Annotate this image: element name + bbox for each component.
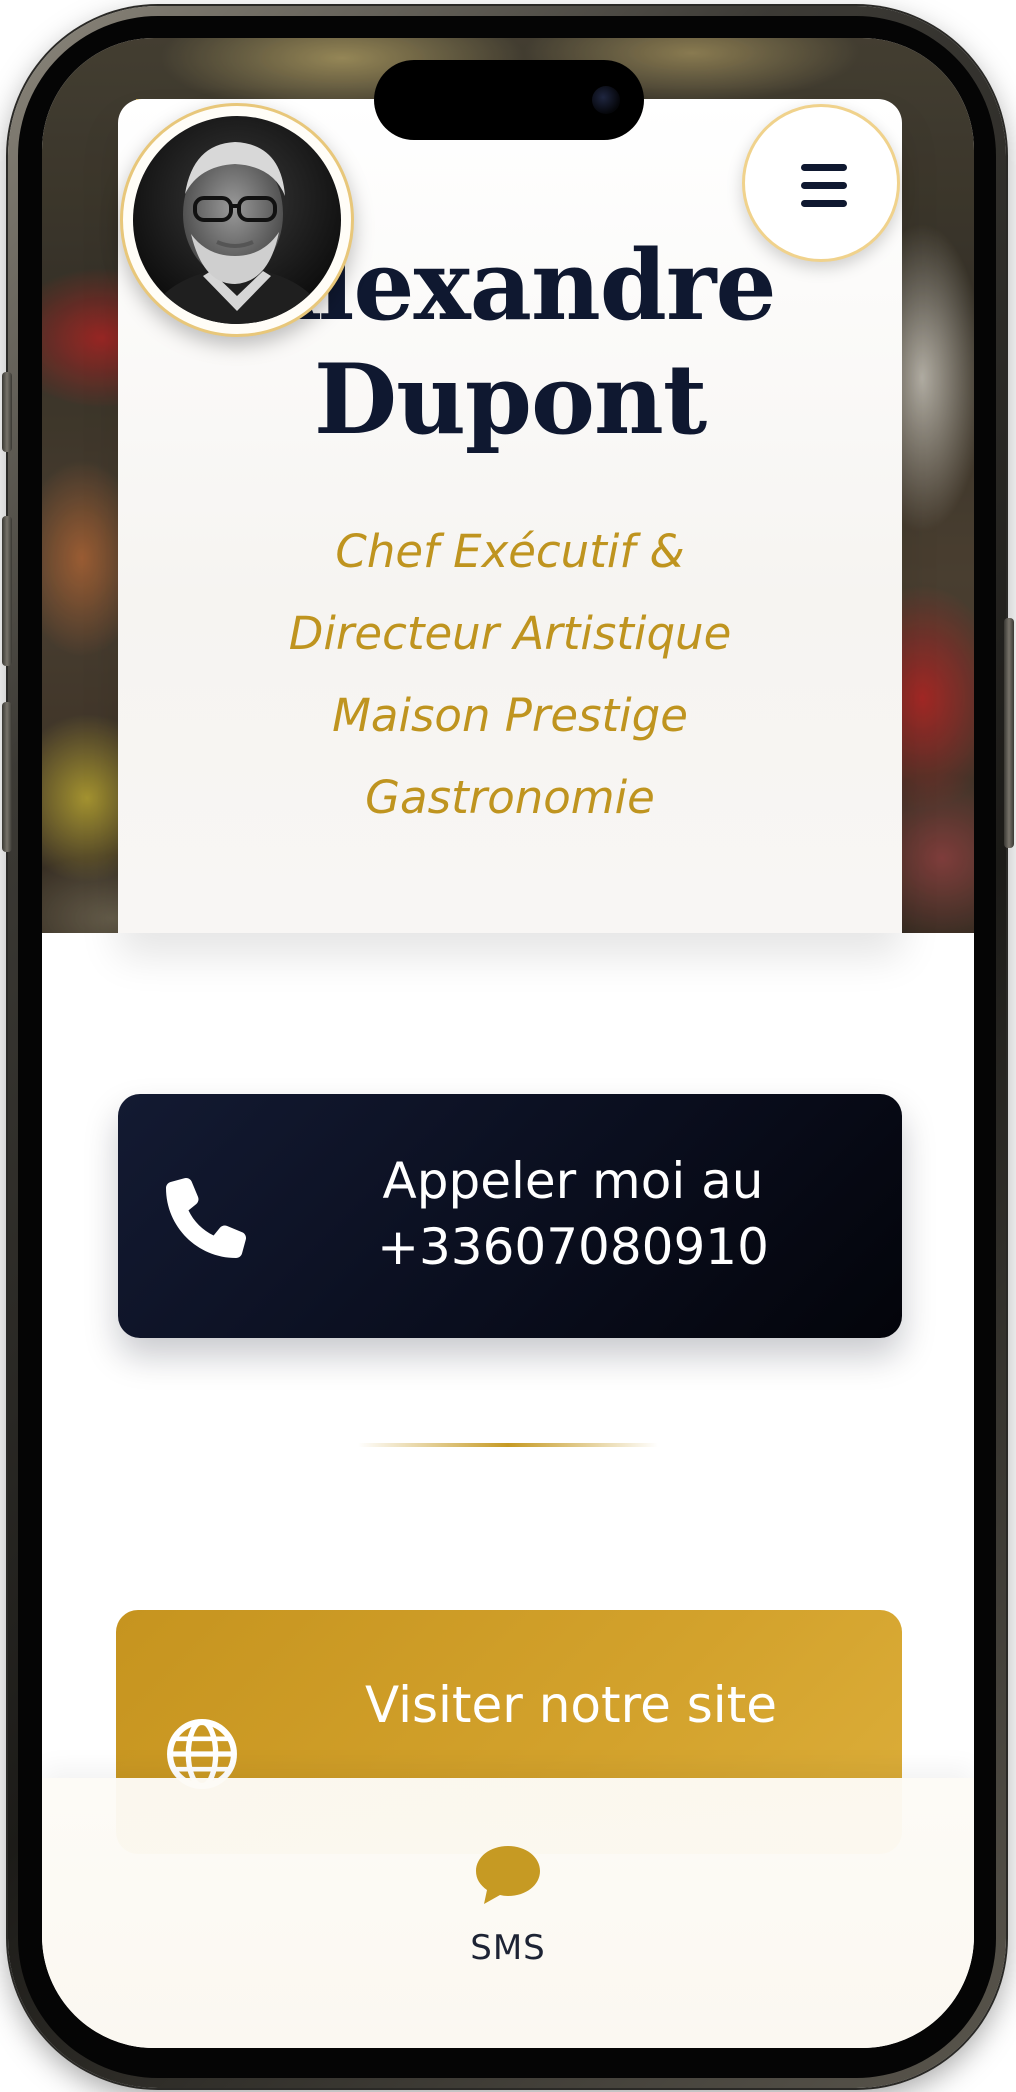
call-button-text: Appeler moi au xyxy=(382,1152,764,1210)
phone-icon xyxy=(166,1178,246,1258)
side-button-action xyxy=(2,372,12,452)
profile-title-line: Gastronomie xyxy=(365,771,655,824)
profile-title-line: Maison Prestige xyxy=(332,689,688,742)
dynamic-island xyxy=(374,60,644,140)
profile-title-line: Directeur Artistique xyxy=(288,607,732,660)
menu-button[interactable] xyxy=(742,104,900,262)
gold-divider xyxy=(358,1443,658,1447)
phone-screen: Alexandre Dupont Chef Exécutif & Directe… xyxy=(42,38,974,2048)
call-button-label: Appeler moi au +33607080910 xyxy=(288,1148,858,1280)
call-button[interactable]: Appeler moi au +33607080910 xyxy=(118,1094,902,1338)
hamburger-bar xyxy=(801,182,847,189)
profile-title-line: Chef Exécutif & xyxy=(335,525,685,578)
profile-title: Chef Exécutif & Directeur Artistique Mai… xyxy=(158,511,862,839)
bottom-action-bar: SMS xyxy=(42,1778,974,2048)
hamburger-bar xyxy=(801,164,847,171)
avatar xyxy=(120,103,354,337)
profile-name-last: Dupont xyxy=(313,343,707,456)
chat-bubble-icon xyxy=(476,1846,540,1904)
sms-button[interactable]: SMS xyxy=(428,1844,588,1984)
avatar-portrait-image xyxy=(133,116,341,324)
side-button-volume-down xyxy=(2,702,12,852)
side-button-volume-up xyxy=(2,516,12,666)
side-button-power xyxy=(1004,618,1014,848)
front-camera xyxy=(592,86,620,114)
sms-label: SMS xyxy=(470,1928,546,1968)
hamburger-bar xyxy=(801,200,847,207)
visit-website-label: Visiter notre site xyxy=(364,1676,778,1734)
call-button-phone-number: +33607080910 xyxy=(377,1218,769,1276)
